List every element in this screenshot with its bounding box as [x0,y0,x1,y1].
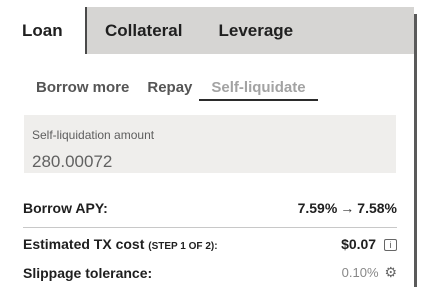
divider [23,227,397,228]
gear-icon[interactable]: ⚙ [384,264,397,280]
self-liquidation-amount-field[interactable]: Self-liquidation amount [24,115,396,173]
borrow-apy-to: 7.58% [357,200,397,216]
subtab-self-liquidate[interactable]: Self-liquidate [199,79,318,101]
scrollbar[interactable] [414,14,417,287]
sub-tabs: Borrow more Repay Self-liquidate [23,79,318,101]
tx-cost-step: (STEP 1 OF 2): [148,241,218,252]
slippage-label: Slippage tolerance: [23,264,153,281]
tx-cost-row: Estimated TX cost (STEP 1 OF 2): $0.07 i [23,236,397,252]
info-icon[interactable]: i [384,239,397,252]
borrow-apy-values: 7.59% → 7.58% [298,200,397,216]
slippage-value-group: 0.10% ⚙ [342,264,397,281]
tab-collateral[interactable]: Collateral [85,7,200,54]
slippage-value: 0.10% [341,265,379,280]
subtab-borrow-more[interactable]: Borrow more [23,79,138,101]
tx-cost-label: Estimated TX cost [23,236,145,252]
arrow-right-icon: → [340,200,355,216]
tab-leverage[interactable]: Leverage [200,7,293,54]
slippage-row: Slippage tolerance: 0.10% ⚙ [23,264,397,281]
borrow-apy-from: 7.59% [297,200,338,216]
top-tabs: Loan Collateral Leverage [7,7,414,54]
amount-input[interactable] [32,152,332,172]
tx-cost-label-group: Estimated TX cost (STEP 1 OF 2): [23,236,218,252]
subtab-repay[interactable]: Repay [138,79,192,101]
amount-label: Self-liquidation amount [32,128,155,142]
tx-cost-value: $0.07 [341,236,377,252]
borrow-apy-label: Borrow APY: [23,200,108,216]
borrow-apy-row: Borrow APY: 7.59% → 7.58% [23,200,397,216]
tab-loan[interactable]: Loan [7,7,85,54]
loan-panel: Loan Collateral Leverage Borrow more Rep… [7,7,416,293]
tx-cost-value-group: $0.07 i [341,236,397,252]
